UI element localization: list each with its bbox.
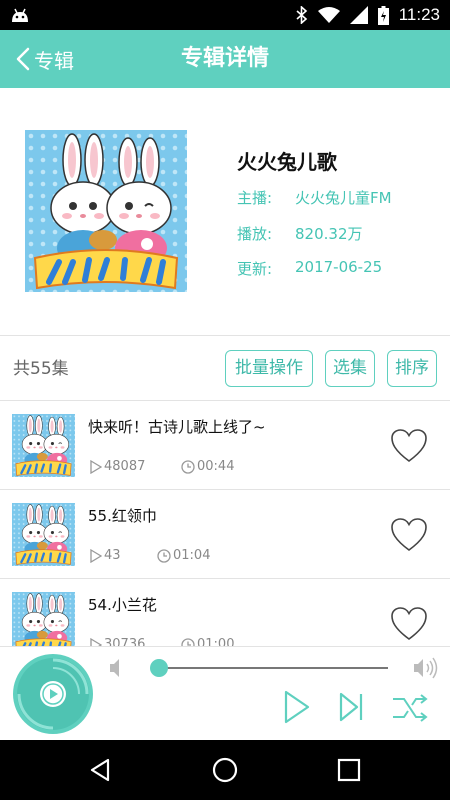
track-meta: 43 01:04 <box>90 548 210 563</box>
heart-icon[interactable] <box>390 517 428 553</box>
track-meta: 48087 00:44 <box>90 459 234 474</box>
app-bar: 专辑 专辑详情 <box>0 30 450 88</box>
track-title: 54.小兰花 <box>88 596 157 614</box>
signal-icon <box>349 6 368 24</box>
next-icon[interactable] <box>339 691 365 723</box>
track-row[interactable]: 快来听！古诗儿歌上线了~ 48087 00:44 <box>0 401 450 490</box>
track-title: 55.红领巾 <box>88 507 157 525</box>
updated-label: 更新: <box>237 260 273 278</box>
plays-label: 播放: <box>237 225 273 243</box>
track-thumbnail <box>12 503 75 566</box>
track-duration: 01:00 <box>197 637 235 646</box>
host-label: 主播: <box>237 189 273 207</box>
track-row[interactable]: 54.小兰花 30736 01:00 <box>0 579 450 646</box>
track-list[interactable]: 快来听！古诗儿歌上线了~ 48087 00:44 55.红领巾 43 01:04… <box>0 401 450 646</box>
heart-icon[interactable] <box>390 428 428 464</box>
album-cover <box>25 130 187 292</box>
shuffle-icon[interactable] <box>392 693 428 723</box>
play-count-icon <box>90 548 102 563</box>
clock-time: 11:23 <box>398 5 440 24</box>
mini-player <box>0 646 450 740</box>
track-play-count: 43 <box>104 548 121 563</box>
track-meta: 30736 01:00 <box>90 637 234 646</box>
play-count-icon <box>90 459 102 474</box>
episode-toolbar: 共55集 批量操作 选集 排序 <box>0 337 450 401</box>
battery-icon <box>377 5 389 25</box>
album-plays-row: 播放: 820.32万 <box>237 223 363 244</box>
clock-icon <box>157 548 171 563</box>
play-count-icon <box>90 637 102 646</box>
back-button[interactable]: 专辑 <box>16 30 74 88</box>
plays-value: 820.32万 <box>295 225 363 243</box>
nav-back-icon[interactable] <box>82 752 118 788</box>
back-chevron-icon <box>16 47 30 71</box>
album-info: 火火兔儿歌 主播: 火火兔儿童FM 播放: 820.32万 更新: 2017-0… <box>0 88 450 336</box>
nav-home-icon[interactable] <box>207 752 243 788</box>
disc-icon[interactable] <box>11 652 95 736</box>
nav-recents-icon[interactable] <box>331 752 367 788</box>
track-thumbnail <box>12 592 75 646</box>
status-bar: 11:23 <box>0 0 450 30</box>
select-episodes-button[interactable]: 选集 <box>325 350 375 387</box>
album-title: 火火兔儿歌 <box>237 150 337 174</box>
play-icon[interactable] <box>283 689 311 725</box>
track-title: 快来听！古诗儿歌上线了~ <box>88 418 266 436</box>
episode-count: 共55集 <box>13 359 69 379</box>
album-updated-row: 更新: 2017-06-25 <box>237 258 382 279</box>
host-value: 火火兔儿童FM <box>295 189 392 207</box>
heart-icon[interactable] <box>390 606 428 642</box>
seek-thumb <box>150 659 168 677</box>
batch-operation-button[interactable]: 批量操作 <box>225 350 313 387</box>
track-play-count: 48087 <box>104 459 146 474</box>
track-play-count: 30736 <box>104 637 146 646</box>
bluetooth-icon <box>296 6 307 24</box>
clock-icon <box>181 459 195 474</box>
album-host-row: 主播: 火火兔儿童FM <box>237 187 392 208</box>
seek-bar[interactable] <box>108 655 442 681</box>
android-icon <box>12 8 28 22</box>
clock-icon <box>181 637 195 646</box>
sort-button[interactable]: 排序 <box>387 350 437 387</box>
volume-low-icon <box>110 659 119 677</box>
back-label: 专辑 <box>34 48 74 73</box>
system-nav-bar <box>0 740 450 800</box>
updated-value: 2017-06-25 <box>295 258 383 276</box>
volume-high-icon <box>414 657 438 679</box>
track-row[interactable]: 55.红领巾 43 01:04 <box>0 490 450 579</box>
wifi-icon <box>317 7 340 23</box>
track-duration: 00:44 <box>197 459 235 474</box>
track-duration: 01:04 <box>173 548 211 563</box>
track-thumbnail <box>12 414 75 477</box>
